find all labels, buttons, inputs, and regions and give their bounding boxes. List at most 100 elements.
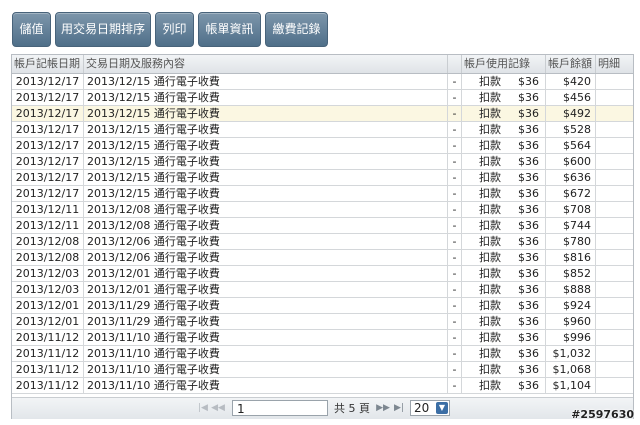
cell-details bbox=[596, 218, 633, 233]
cell-usage-type: 扣款 bbox=[479, 315, 501, 328]
cell-details bbox=[596, 170, 633, 185]
table-row[interactable]: 2013/12/08 2013/12/06 通行電子收費 - 扣款 $36 $780 bbox=[12, 234, 633, 250]
header-transaction-detail[interactable]: 交易日期及服務內容 bbox=[84, 55, 448, 73]
cell-transaction-detail: 2013/11/29 通行電子收費 bbox=[84, 298, 448, 313]
last-page-icon[interactable]: ▶| bbox=[392, 401, 406, 415]
cell-details bbox=[596, 106, 633, 121]
cell-balance: $420 bbox=[546, 74, 596, 89]
cell-balance: $492 bbox=[546, 106, 596, 121]
cell-amount: $36 bbox=[518, 74, 546, 89]
cell-amount: $36 bbox=[518, 266, 546, 281]
cell-sign: - bbox=[448, 218, 462, 233]
cell-posting-date: 2013/12/01 bbox=[12, 314, 84, 329]
cell-sign: - bbox=[448, 202, 462, 217]
cell-sign: - bbox=[448, 234, 462, 249]
table-row[interactable]: 2013/12/11 2013/12/08 通行電子收費 - 扣款 $36 $708 bbox=[12, 202, 633, 218]
cell-posting-date: 2013/12/01 bbox=[12, 298, 84, 313]
header-posting-date[interactable]: 帳戶記帳日期 bbox=[12, 55, 84, 73]
header-details: 明細 bbox=[598, 57, 620, 70]
cell-amount: $36 bbox=[518, 122, 546, 137]
cell-details bbox=[596, 378, 633, 393]
cell-usage-type: 扣款 bbox=[479, 331, 501, 344]
header-balance[interactable]: 帳戶餘額 bbox=[546, 55, 596, 73]
table-row[interactable]: 2013/11/12 2013/11/10 通行電子收費 - 扣款 $36 $1,032 bbox=[12, 346, 633, 362]
cell-balance: $564 bbox=[546, 138, 596, 153]
cell-balance: $672 bbox=[546, 186, 596, 201]
cell-transaction-detail: 2013/12/01 通行電子收費 bbox=[84, 282, 448, 297]
cell-usage-type: 扣款 bbox=[479, 283, 501, 296]
table-row[interactable]: 2013/12/17 2013/12/15 通行電子收費 - 扣款 $36 $528 bbox=[12, 122, 633, 138]
table-row[interactable]: 2013/12/03 2013/12/01 通行電子收費 - 扣款 $36 $852 bbox=[12, 266, 633, 282]
cell-details bbox=[596, 298, 633, 313]
cell-posting-date: 2013/12/17 bbox=[12, 122, 84, 137]
cell-posting-date: 2013/11/12 bbox=[12, 378, 84, 393]
pager: |◀ ◀◀ 1 共 5 頁 ▶▶ ▶| 20 ▼ bbox=[12, 397, 633, 419]
prev-page-icon[interactable]: ◀◀ bbox=[211, 401, 225, 415]
cell-sign: - bbox=[448, 170, 462, 185]
table-row[interactable]: 2013/12/11 2013/12/08 通行電子收費 - 扣款 $36 $744 bbox=[12, 218, 633, 234]
table-row[interactable]: 2013/12/17 2013/12/15 通行電子收費 - 扣款 $36 $600 bbox=[12, 154, 633, 170]
header-usage-record[interactable]: 帳戶使用記錄 bbox=[462, 55, 546, 73]
top-up-button[interactable]: 儲值 bbox=[12, 12, 51, 47]
cell-amount: $36 bbox=[518, 186, 546, 201]
cell-posting-date: 2013/12/08 bbox=[12, 250, 84, 265]
table-row[interactable]: 2013/12/17 2013/12/15 通行電子收費 - 扣款 $36 $672 bbox=[12, 186, 633, 202]
cell-sign: - bbox=[448, 298, 462, 313]
cell-amount: $36 bbox=[518, 154, 546, 169]
table-row[interactable]: 2013/12/03 2013/12/01 通行電子收費 - 扣款 $36 $888 bbox=[12, 282, 633, 298]
cell-transaction-detail: 2013/12/01 通行電子收費 bbox=[84, 266, 448, 281]
cell-amount: $36 bbox=[518, 314, 546, 329]
cell-transaction-detail: 2013/11/29 通行電子收費 bbox=[84, 314, 448, 329]
table-row[interactable]: 2013/12/01 2013/11/29 通行電子收費 - 扣款 $36 $960 bbox=[12, 314, 633, 330]
table-row[interactable]: 2013/12/17 2013/12/15 通行電子收費 - 扣款 $36 $564 bbox=[12, 138, 633, 154]
table-row[interactable]: 2013/12/17 2013/12/15 通行電子收費 - 扣款 $36 $456 bbox=[12, 90, 633, 106]
cell-details bbox=[596, 90, 633, 105]
page-size-select[interactable]: 20 ▼ bbox=[410, 400, 450, 416]
cell-posting-date: 2013/12/17 bbox=[12, 170, 84, 185]
cell-usage-type: 扣款 bbox=[479, 91, 501, 104]
table-row[interactable]: 2013/11/12 2013/11/10 通行電子收費 - 扣款 $36 $1,068 bbox=[12, 362, 633, 378]
payment-records-button[interactable]: 繳費記錄 bbox=[265, 12, 328, 47]
table-row[interactable]: 2013/12/08 2013/12/06 通行電子收費 - 扣款 $36 $816 bbox=[12, 250, 633, 266]
bill-info-button[interactable]: 帳單資訊 bbox=[198, 12, 261, 47]
cell-balance: $888 bbox=[546, 282, 596, 297]
table-row[interactable]: 2013/12/01 2013/11/29 通行電子收費 - 扣款 $36 $924 bbox=[12, 298, 633, 314]
cell-sign: - bbox=[448, 346, 462, 361]
sort-by-transaction-date-button[interactable]: 用交易日期排序 bbox=[55, 12, 151, 47]
grid-header: 帳戶記帳日期 交易日期及服務內容 帳戶使用記錄 帳戶餘額 明細 bbox=[12, 55, 633, 74]
print-button[interactable]: 列印 bbox=[155, 12, 194, 47]
cell-usage-type: 扣款 bbox=[479, 123, 501, 136]
cell-transaction-detail: 2013/12/15 通行電子收費 bbox=[84, 138, 448, 153]
cell-sign: - bbox=[448, 282, 462, 297]
cell-amount: $36 bbox=[518, 234, 546, 249]
cell-balance: $816 bbox=[546, 250, 596, 265]
cell-posting-date: 2013/12/11 bbox=[12, 202, 84, 217]
cell-posting-date: 2013/11/12 bbox=[12, 362, 84, 377]
table-row[interactable]: 2013/11/12 2013/11/10 通行電子收費 - 扣款 $36 $996 bbox=[12, 330, 633, 346]
grid-body: 2013/12/17 2013/12/15 通行電子收費 - 扣款 $36 $420 201… bbox=[12, 74, 633, 396]
cell-balance: $780 bbox=[546, 234, 596, 249]
cell-details bbox=[596, 202, 633, 217]
cell-balance: $600 bbox=[546, 154, 596, 169]
cell-transaction-detail: 2013/12/15 通行電子收費 bbox=[84, 74, 448, 89]
first-page-icon[interactable]: |◀ bbox=[196, 401, 210, 415]
cell-transaction-detail: 2013/12/15 通行電子收費 bbox=[84, 90, 448, 105]
next-page-icon[interactable]: ▶▶ bbox=[376, 401, 390, 415]
cell-sign: - bbox=[448, 186, 462, 201]
cell-posting-date: 2013/12/17 bbox=[12, 186, 84, 201]
table-row[interactable]: 2013/11/12 2013/11/10 通行電子收費 - 扣款 $36 $1,104 bbox=[12, 378, 633, 394]
table-row[interactable]: 2013/12/17 2013/12/15 通行電子收費 - 扣款 $36 $492 bbox=[12, 106, 633, 122]
cell-amount: $36 bbox=[518, 378, 546, 393]
cell-transaction-detail: 2013/12/06 通行電子收費 bbox=[84, 250, 448, 265]
table-row[interactable]: 2013/12/17 2013/12/15 通行電子收費 - 扣款 $36 $420 bbox=[12, 74, 633, 90]
page-number-input[interactable]: 1 bbox=[232, 400, 328, 416]
cell-transaction-detail: 2013/11/10 通行電子收費 bbox=[84, 346, 448, 361]
cell-amount: $36 bbox=[518, 282, 546, 297]
cell-details bbox=[596, 74, 633, 89]
chevron-down-icon[interactable]: ▼ bbox=[436, 402, 448, 414]
cell-sign: - bbox=[448, 330, 462, 345]
cell-usage-type: 扣款 bbox=[479, 251, 501, 264]
table-row[interactable]: 2013/12/17 2013/12/15 通行電子收費 - 扣款 $36 $636 bbox=[12, 170, 633, 186]
cell-balance: $744 bbox=[546, 218, 596, 233]
cell-transaction-detail: 2013/12/15 通行電子收費 bbox=[84, 106, 448, 121]
